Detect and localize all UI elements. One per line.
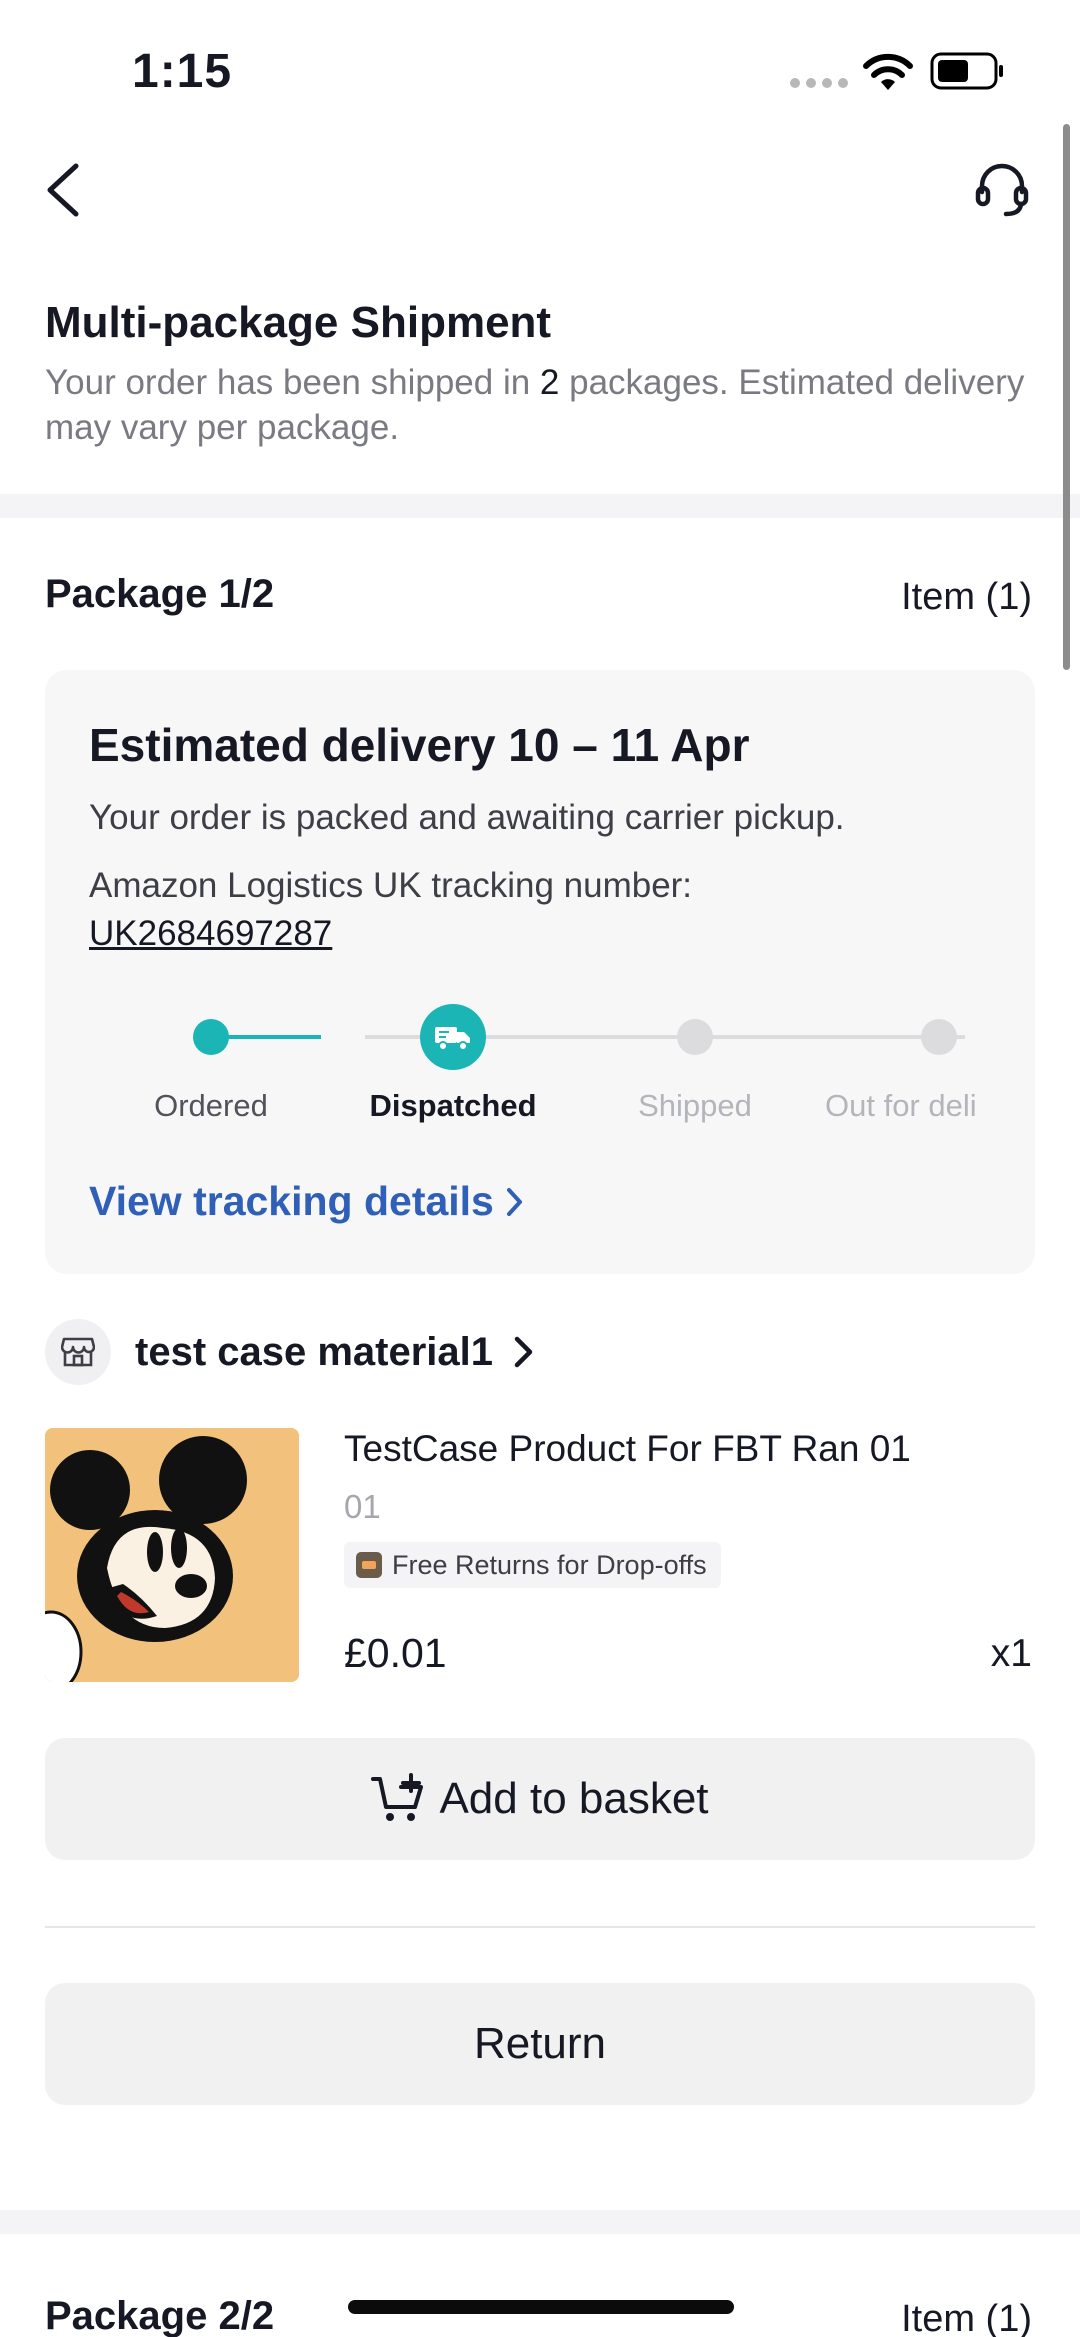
delivery-card: Estimated delivery 10 – 11 Apr Your orde… — [45, 670, 1035, 1274]
package-2-item-count: Item (1) — [901, 2298, 1032, 2337]
free-returns-label: Free Returns for Drop-offs — [392, 1549, 707, 1580]
product-name[interactable]: TestCase Product For FBT Ran 01 — [344, 1428, 911, 1470]
chevron-right-icon — [514, 1336, 533, 1368]
delivery-status-text: Your order is packed and awaiting carrie… — [89, 798, 845, 837]
step-label-shipped: Shipped — [638, 1088, 752, 1123]
back-icon[interactable] — [38, 160, 88, 220]
seller-name: test case material1 — [135, 1329, 494, 1374]
add-to-basket-button[interactable]: Add to basket — [45, 1738, 1035, 1860]
home-indicator[interactable] — [348, 2300, 734, 2314]
return-box-icon — [356, 1552, 382, 1578]
step-dot-out-for-delivery — [921, 1019, 957, 1055]
signal-dots-icon — [790, 78, 848, 88]
product-quantity: x1 — [990, 1632, 1032, 1675]
free-returns-badge: Free Returns for Drop-offs — [344, 1542, 721, 1588]
seller-row[interactable]: test case material1 — [45, 1318, 537, 1386]
status-time: 1:15 — [132, 45, 233, 98]
step-label-out-for-delivery: Out for deli — [825, 1088, 977, 1123]
page-subtitle: Your order has been shipped in 2 package… — [45, 363, 1025, 447]
carrier-label: Amazon Logistics UK tracking number: — [89, 866, 693, 905]
status-bar: 1:15 — [0, 0, 1080, 130]
product-price: £0.01 — [344, 1630, 447, 1676]
step-label-ordered: Ordered — [154, 1088, 268, 1123]
chevron-right-icon — [506, 1187, 522, 1216]
divider — [45, 1926, 1035, 1928]
store-icon — [45, 1319, 111, 1385]
scrollbar[interactable] — [1063, 124, 1070, 670]
product-image[interactable] — [45, 1428, 299, 1682]
tracking-number-link[interactable]: UK2684697287 — [89, 914, 332, 954]
return-button[interactable]: Return — [45, 1983, 1035, 2105]
wifi-icon — [863, 53, 913, 90]
product-variant: 01 — [344, 1488, 381, 1525]
package-2-title: Package 2/2 — [45, 2294, 275, 2337]
section-divider — [0, 2210, 1080, 2234]
view-tracking-label: View tracking details — [89, 1178, 494, 1224]
battery-icon — [930, 52, 1003, 90]
return-label: Return — [473, 2019, 607, 2068]
package-count: 2 — [539, 363, 560, 402]
package-title: Package 1/2 — [45, 572, 275, 616]
section-divider — [0, 494, 1080, 518]
headset-icon[interactable] — [972, 158, 1032, 218]
add-to-basket-label: Add to basket — [439, 1774, 709, 1823]
mickey-thumbnail-icon — [45, 1428, 299, 1682]
step-dot-dispatched — [420, 1004, 486, 1070]
package-item-count: Item (1) — [901, 576, 1032, 618]
estimated-delivery-title: Estimated delivery 10 – 11 Apr — [89, 719, 750, 771]
view-tracking-details-link[interactable]: View tracking details — [89, 1178, 526, 1225]
page-title: Multi-package Shipment — [45, 298, 552, 347]
truck-icon — [435, 1027, 470, 1051]
step-label-dispatched: Dispatched — [369, 1088, 537, 1123]
step-dot-shipped — [677, 1019, 713, 1055]
cart-add-icon — [371, 1773, 424, 1821]
step-dot-ordered — [193, 1019, 229, 1055]
